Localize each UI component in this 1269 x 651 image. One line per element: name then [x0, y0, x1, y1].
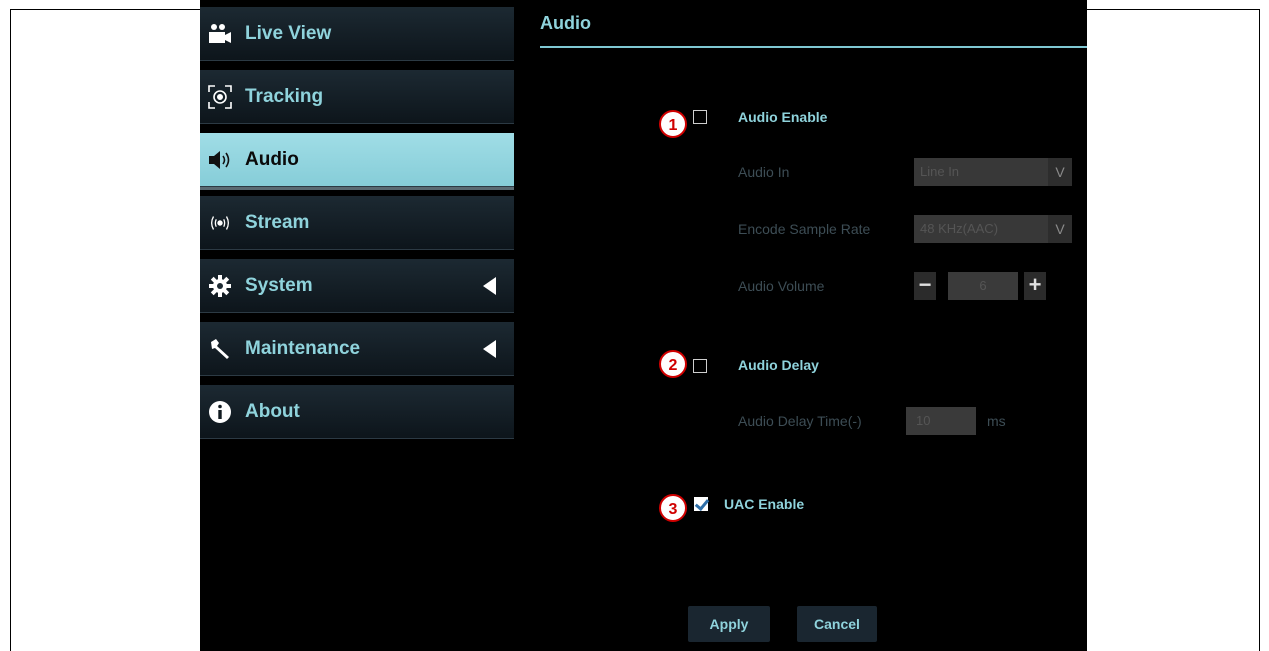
uac-enable-label: UAC Enable: [724, 496, 805, 512]
sidebar-item-audio[interactable]: Audio: [200, 133, 514, 187]
delay-time-input[interactable]: 10: [906, 407, 976, 435]
chevron-down-icon: V: [1055, 164, 1065, 180]
tracking-target-icon: [207, 84, 233, 110]
sidebar-item-label: Live View: [245, 22, 332, 44]
frame-left-border: [10, 9, 11, 651]
sidebar-item-maintenance[interactable]: Maintenance: [200, 322, 514, 376]
chevron-down-icon: V: [1055, 221, 1065, 237]
audio-enable-checkbox[interactable]: [693, 110, 707, 124]
expand-arrow-icon[interactable]: [483, 340, 496, 358]
frame-right-border: [1259, 9, 1260, 651]
sidebar-item-system[interactable]: System: [200, 259, 514, 313]
info-icon: [207, 399, 233, 425]
cancel-button[interactable]: Cancel: [797, 606, 877, 642]
sidebar-item-label: About: [245, 400, 300, 422]
callout-badge-3: 3: [659, 494, 687, 522]
volume-value-field[interactable]: 6: [948, 272, 1018, 300]
audio-settings-panel: Audio 1 Audio Enable Audio In Line In V …: [516, 0, 1087, 651]
sidebar-item-label: Stream: [245, 211, 310, 233]
expand-arrow-icon[interactable]: [483, 277, 496, 295]
audio-in-select[interactable]: Line In V: [914, 158, 1072, 186]
gear-icon: [207, 273, 233, 299]
sidebar-item-stream[interactable]: Stream: [200, 196, 514, 250]
volume-increase-button[interactable]: +: [1024, 272, 1046, 300]
apply-button[interactable]: Apply: [688, 606, 770, 642]
callout-badge-2: 2: [659, 350, 687, 378]
page-title: Audio: [540, 13, 591, 33]
audio-enable-label: Audio Enable: [738, 109, 828, 125]
camera-icon: [207, 21, 233, 47]
uac-enable-checkbox[interactable]: [694, 497, 708, 511]
sidebar-item-tracking[interactable]: Tracking: [200, 70, 514, 124]
volume-decrease-button[interactable]: −: [914, 272, 936, 300]
sample-rate-value: 48 KHz(AAC): [914, 215, 1048, 243]
audio-delay-checkbox[interactable]: [693, 359, 707, 373]
delay-unit-label: ms: [987, 413, 1006, 429]
audio-delay-label: Audio Delay: [738, 357, 819, 373]
title-divider: [540, 46, 1087, 48]
wrench-icon: [207, 336, 233, 362]
sidebar-item-label: Tracking: [245, 85, 324, 107]
broadcast-icon: [207, 210, 233, 236]
audio-in-value: Line In: [914, 158, 1048, 186]
sidebar-item-about[interactable]: About: [200, 385, 514, 439]
sidebar: Live View Tracking Audio Stream System M…: [200, 0, 516, 651]
sidebar-item-label: System: [245, 274, 313, 296]
delay-time-label: Audio Delay Time(-): [738, 413, 862, 429]
sidebar-item-live-view[interactable]: Live View: [200, 7, 514, 61]
audio-volume-label: Audio Volume: [738, 278, 825, 294]
audio-in-label: Audio In: [738, 164, 790, 180]
sidebar-item-label: Maintenance: [245, 337, 361, 359]
sidebar-item-label: Audio: [245, 148, 299, 170]
sample-rate-label: Encode Sample Rate: [738, 221, 871, 237]
callout-badge-1: 1: [659, 110, 687, 138]
speaker-icon: [207, 147, 233, 173]
sample-rate-select[interactable]: 48 KHz(AAC) V: [914, 215, 1072, 243]
